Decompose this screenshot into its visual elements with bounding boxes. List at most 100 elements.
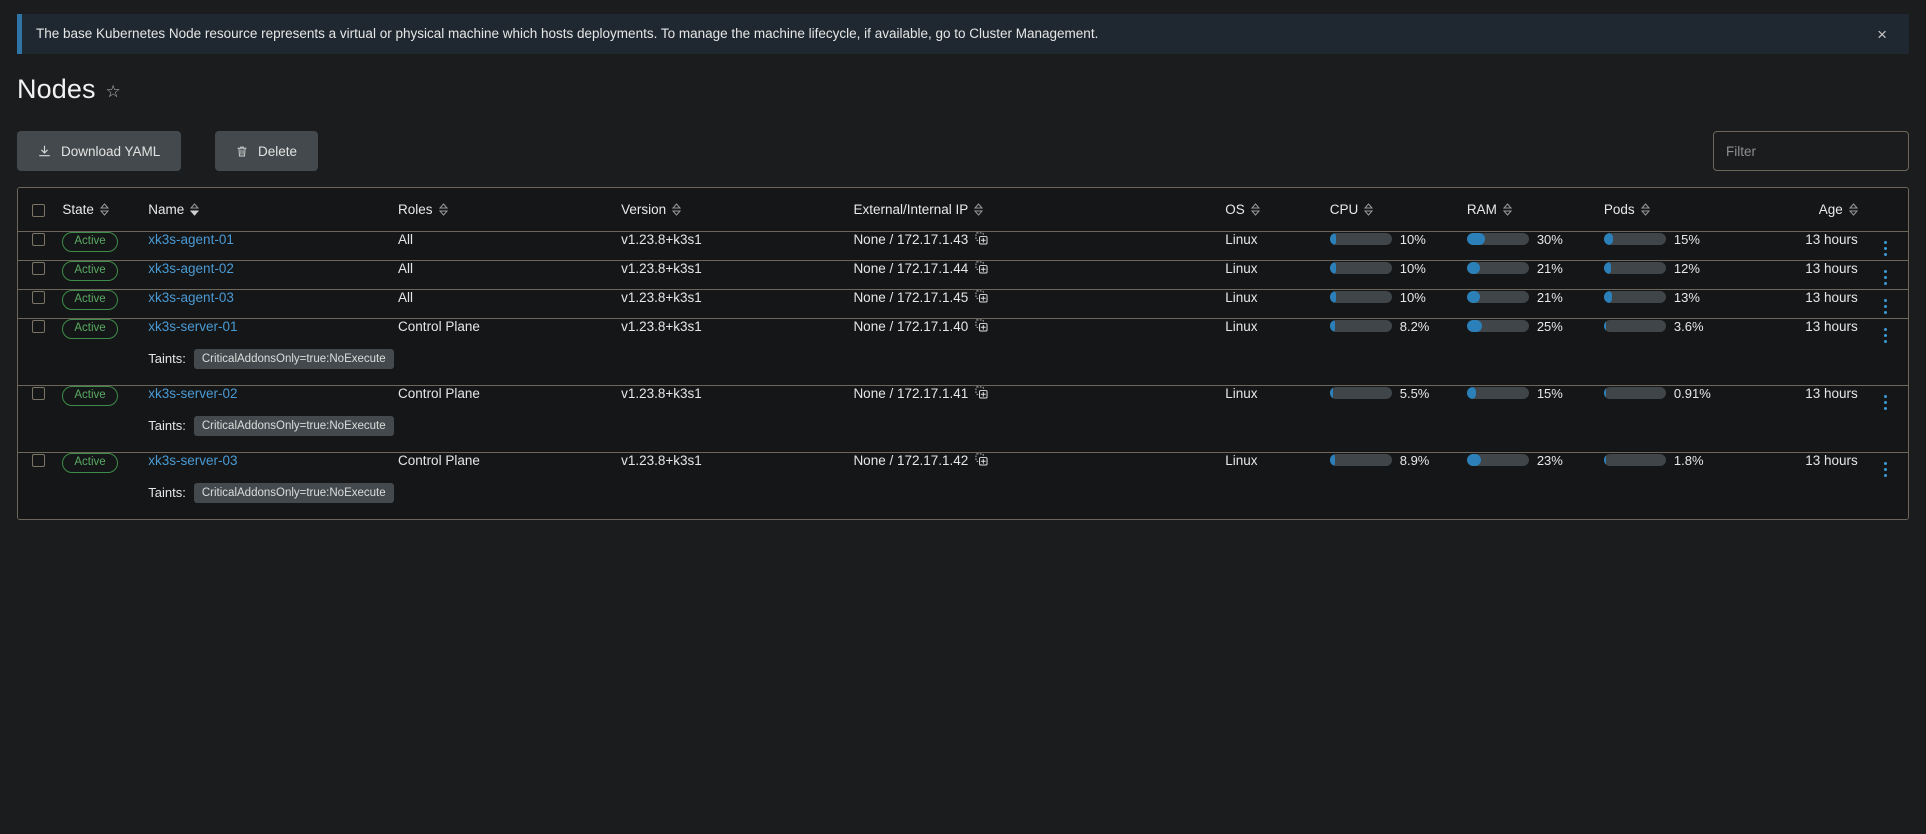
column-header-ip[interactable]: External/Internal IP (847, 188, 1220, 232)
column-header-cpu[interactable]: CPU (1323, 188, 1461, 232)
column-header-name[interactable]: Name (142, 188, 393, 232)
taint-chip: CriticalAddonsOnly=true:NoExecute (193, 482, 394, 503)
roles-cell: Control Plane (392, 384, 616, 414)
toolbar: Download YAML Delete (17, 131, 1909, 171)
cpu-cell: 8.9% (1329, 453, 1455, 468)
row-checkbox[interactable] (32, 262, 45, 276)
pods-meter (1603, 262, 1666, 274)
info-banner: The base Kubernetes Node resource repres… (17, 14, 1909, 54)
table-row[interactable]: Active xk3s-server-01 Control Plane v1.23.8… (18, 317, 1908, 347)
column-header-roles[interactable]: Roles (392, 188, 616, 232)
sort-icon-version[interactable] (672, 202, 682, 216)
node-link[interactable]: xk3s-server-03 (148, 453, 237, 468)
node-link[interactable]: xk3s-agent-02 (148, 261, 234, 276)
ip-cell: None / 172.17.1.44 (847, 259, 1220, 289)
column-header-ram[interactable]: RAM (1460, 188, 1598, 232)
cpu-meter (1329, 262, 1392, 274)
sort-icon-os[interactable] (1250, 202, 1260, 216)
copy-icon[interactable] (975, 319, 988, 335)
ram-cell: 23% (1466, 453, 1592, 468)
cpu-cell: 8.2% (1323, 317, 1461, 347)
table-row[interactable]: Active xk3s-server-03 Control Plane v1.23.8… (18, 451, 1908, 481)
taints-label: Taints: (148, 351, 186, 366)
copy-icon[interactable] (975, 290, 988, 306)
table-header-row: State Name Roles Version External/Intern… (18, 188, 1908, 232)
sort-icon-pods[interactable] (1640, 202, 1650, 216)
table-row[interactable]: Active xk3s-server-02 Control Plane v1.23.8… (18, 384, 1908, 414)
column-header-state[interactable]: State (56, 188, 143, 232)
pods-meter (1603, 320, 1666, 332)
copy-icon[interactable] (975, 232, 988, 248)
row-checkbox[interactable] (32, 291, 45, 305)
star-icon[interactable]: ☆ (106, 83, 121, 100)
cpu-value: 10% (1399, 260, 1426, 276)
node-link[interactable]: xk3s-server-01 (148, 319, 237, 334)
age-cell: 13 hours (1735, 288, 1864, 318)
column-header-version[interactable]: Version (615, 188, 848, 232)
row-menu-icon[interactable] (1876, 324, 1895, 347)
page-title: Nodes (17, 74, 96, 104)
ram-value: 21% (1536, 289, 1563, 305)
pods-cell: 13% (1603, 290, 1730, 305)
sort-icon-ram[interactable] (1502, 202, 1512, 216)
copy-icon[interactable] (975, 261, 988, 277)
row-checkbox[interactable] (32, 454, 45, 468)
row-checkbox[interactable] (32, 320, 45, 334)
ip-text: None / 172.17.1.43 (853, 232, 969, 247)
ip-text: None / 172.17.1.45 (853, 290, 969, 305)
ram-meter (1466, 454, 1529, 466)
sort-icon-roles[interactable] (438, 202, 448, 216)
version-cell: v1.23.8+k3s1 (615, 259, 848, 289)
state-cell: Active (56, 317, 143, 347)
node-link[interactable]: xk3s-server-02 (148, 386, 237, 401)
download-icon (38, 145, 51, 158)
pods-cell: 1.8% (1597, 451, 1736, 481)
os-cell: Linux (1219, 451, 1324, 481)
row-checkbox[interactable] (32, 387, 45, 401)
table-row[interactable]: Active xk3s-agent-03 All v1.23.8+k3s1 None /… (18, 288, 1908, 318)
column-label-os: OS (1225, 201, 1245, 217)
row-menu-icon[interactable] (1876, 266, 1895, 289)
state-cell: Active (56, 288, 143, 318)
row-menu-icon[interactable] (1876, 237, 1895, 260)
cpu-value: 8.2% (1399, 318, 1430, 334)
column-header-age[interactable]: Age (1735, 188, 1864, 232)
delete-button[interactable]: Delete (215, 131, 319, 171)
pods-cell: 15% (1597, 231, 1736, 260)
column-header-os[interactable]: OS (1219, 188, 1324, 232)
cpu-cell: 10% (1329, 260, 1455, 276)
column-header-pods[interactable]: Pods (1597, 188, 1736, 232)
row-menu-icon[interactable] (1876, 458, 1895, 481)
copy-icon[interactable] (975, 453, 988, 469)
ip-cell: None / 172.17.1.41 (847, 384, 1220, 414)
node-link[interactable]: xk3s-agent-01 (148, 232, 234, 247)
pods-cell: 15% (1603, 232, 1730, 247)
row-menu-icon[interactable] (1876, 295, 1895, 318)
select-all-header (18, 188, 57, 232)
row-checkbox[interactable] (32, 233, 45, 247)
state-cell: Active (56, 259, 143, 289)
ram-cell: 25% (1466, 319, 1592, 334)
sort-icon-name[interactable] (190, 202, 200, 216)
status-badge: Active (62, 289, 118, 310)
table-row[interactable]: Active xk3s-agent-01 All v1.23.8+k3s1 None /… (18, 231, 1908, 260)
sort-icon-cpu[interactable] (1364, 202, 1374, 216)
sort-icon-age[interactable] (1848, 202, 1858, 216)
node-link[interactable]: xk3s-agent-03 (148, 290, 234, 305)
row-menu-icon[interactable] (1876, 391, 1895, 414)
filter-input[interactable] (1713, 131, 1909, 171)
name-cell: xk3s-server-03 (142, 451, 393, 481)
select-all-checkbox[interactable] (32, 203, 45, 217)
roles-cell: All (392, 259, 616, 289)
close-icon[interactable]: × (1871, 24, 1893, 45)
table-row[interactable]: Active xk3s-agent-02 All v1.23.8+k3s1 None /… (18, 259, 1908, 289)
download-yaml-button[interactable]: Download YAML (17, 131, 182, 171)
sort-icon-state[interactable] (99, 202, 109, 216)
roles-cell: Control Plane (392, 451, 616, 481)
banner-message: The base Kubernetes Node resource repres… (36, 26, 1099, 42)
sort-icon-ip[interactable] (974, 202, 984, 216)
age-cell: 13 hours (1735, 231, 1864, 260)
ip-text: None / 172.17.1.44 (853, 261, 969, 276)
os-cell: Linux (1219, 288, 1324, 318)
copy-icon[interactable] (975, 386, 988, 402)
